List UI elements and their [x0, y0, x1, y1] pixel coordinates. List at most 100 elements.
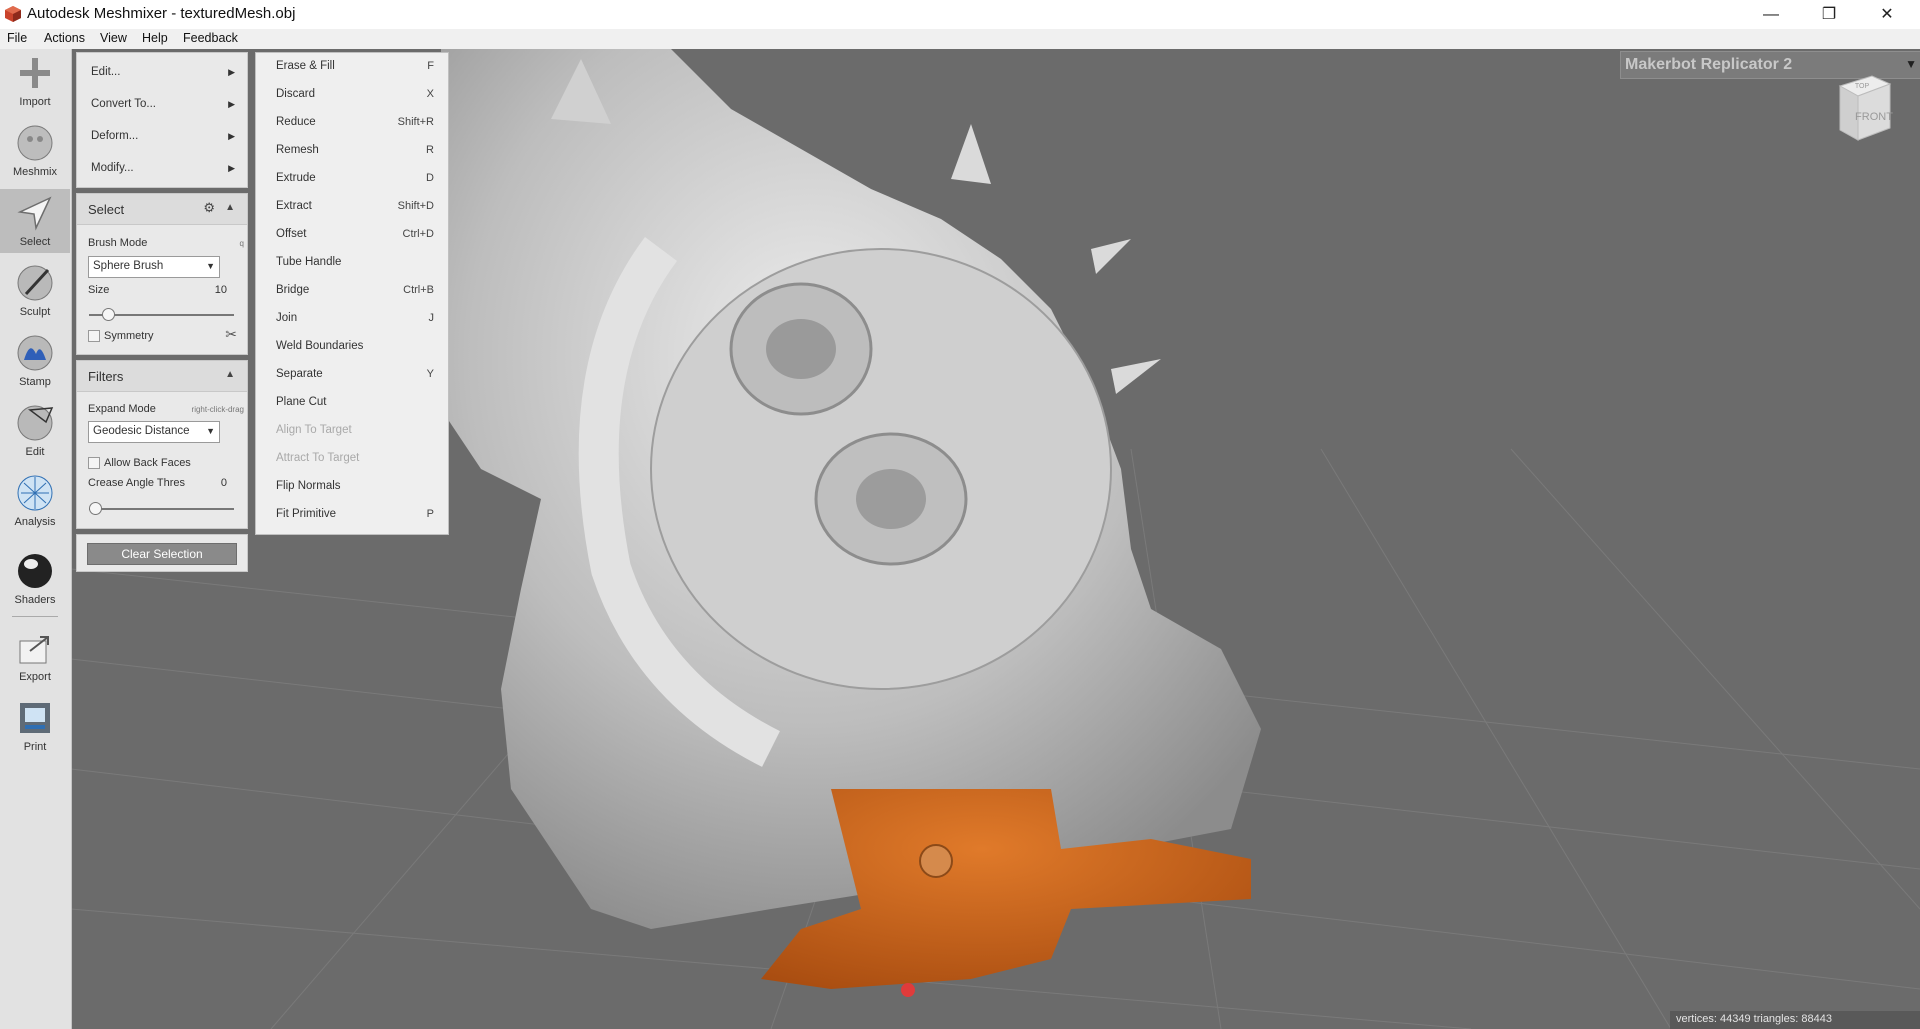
menu-remesh[interactable]: Remesh R	[256, 137, 446, 165]
clear-selection-button[interactable]: Clear Selection	[87, 543, 237, 565]
select-panel-title: Select	[88, 202, 125, 217]
menu-modify[interactable]: Modify...	[91, 162, 134, 174]
filters-panel: Filters ▲ Expand Mode right-click-drag G…	[76, 360, 248, 529]
select-arrow-icon	[17, 196, 52, 231]
title-bar: Autodesk Meshmixer - texturedMesh.obj — …	[0, 0, 1920, 29]
size-slider-thumb[interactable]	[102, 308, 116, 321]
pivot-marker	[901, 983, 915, 997]
symmetry-tool-icon[interactable]: ✂	[225, 326, 237, 343]
close-button[interactable]: ✕	[1858, 0, 1916, 29]
menu-plane-cut[interactable]: Plane Cut	[256, 389, 446, 417]
edit-submenu: Erase & Fill F Discard X Reduce Shift+R Rem…	[255, 52, 449, 535]
menu-edit[interactable]: Edit...	[91, 66, 120, 78]
printer-icon	[20, 703, 50, 733]
tool-label: Import	[19, 96, 51, 108]
tool-stamp[interactable]: Stamp	[0, 329, 70, 393]
symmetry-checkbox[interactable]	[88, 330, 100, 342]
left-toolbar: Import Meshmix Select Sculpt Stamp Edit …	[0, 49, 72, 1029]
menu-tube-handle[interactable]: Tube Handle	[256, 249, 446, 277]
menu-weld-boundaries[interactable]: Weld Boundaries	[256, 333, 446, 361]
collapse-arrow-icon[interactable]: ▲	[225, 202, 235, 213]
tool-analysis[interactable]: Analysis	[0, 469, 70, 533]
view-cube[interactable]: TOP FRONT	[1832, 74, 1896, 142]
chevron-right-icon: ▶	[228, 131, 235, 141]
view-cube-front-label: FRONT	[1855, 111, 1893, 123]
tool-sculpt[interactable]: Sculpt	[0, 259, 70, 323]
menu-erase-fill[interactable]: Erase & Fill F	[256, 53, 446, 81]
select-panel: Select ⚙ ▲ Brush Mode q Sphere Brush ▼ S…	[76, 193, 248, 355]
expand-mode-dropdown[interactable]: Geodesic Distance ▼	[88, 421, 220, 443]
tool-export[interactable]: Export	[0, 624, 70, 688]
menu-fit-primitive[interactable]: Fit Primitive P	[256, 501, 446, 529]
window-title: Autodesk Meshmixer - texturedMesh.obj	[27, 5, 296, 22]
tool-meshmix[interactable]: Meshmix	[0, 119, 70, 183]
shader-ball-icon	[18, 554, 52, 588]
tool-import[interactable]: Import	[0, 49, 70, 113]
analysis-wireframe-icon	[17, 475, 53, 511]
menu-file[interactable]: File	[7, 31, 27, 45]
tool-label: Select	[19, 236, 51, 248]
menu-extract[interactable]: Extract Shift+D	[256, 193, 446, 221]
filters-panel-header: Filters ▲	[77, 361, 247, 392]
brush-mode-dropdown[interactable]: Sphere Brush ▼	[88, 256, 220, 278]
menu-reduce[interactable]: Reduce Shift+R	[256, 109, 446, 137]
meshmix-sphere-icon	[17, 125, 53, 161]
mesh-stats: vertices: 44349 triangles: 88443	[1676, 1013, 1832, 1025]
menu-bridge[interactable]: Bridge Ctrl+B	[256, 277, 446, 305]
3d-mesh-model	[441, 49, 1261, 997]
collapse-arrow-icon[interactable]: ▲	[225, 369, 235, 380]
tool-label: Meshmix	[12, 166, 57, 178]
menu-feedback[interactable]: Feedback	[183, 31, 238, 45]
toolbar-separator	[12, 616, 58, 617]
menu-discard[interactable]: Discard X	[256, 81, 446, 109]
brush-mode-value: Sphere Brush	[93, 260, 164, 272]
tool-label: Edit	[25, 446, 45, 458]
allow-back-faces-checkbox[interactable]	[88, 457, 100, 469]
sculpt-brush-icon	[17, 265, 53, 301]
brush-mode-label: Brush Mode	[88, 237, 148, 249]
minimize-button[interactable]: —	[1742, 0, 1800, 29]
menu-actions[interactable]: Actions	[44, 31, 85, 45]
tool-label: Stamp	[19, 376, 51, 388]
menu-offset[interactable]: Offset Ctrl+D	[256, 221, 446, 249]
edit-category-menu: Edit... ▶ Convert To... ▶ Deform... ▶ Mo…	[76, 52, 248, 188]
crease-slider-track[interactable]	[89, 508, 234, 510]
meshmixer-logo-icon	[5, 6, 21, 22]
menu-view[interactable]: View	[100, 31, 127, 45]
gear-icon[interactable]: ⚙	[203, 200, 215, 216]
filters-panel-title: Filters	[88, 369, 124, 384]
tool-edit[interactable]: Edit	[0, 399, 70, 463]
crease-angle-value: 0	[220, 477, 227, 489]
clear-selection-panel: Clear Selection	[76, 534, 248, 572]
menu-extrude[interactable]: Extrude D	[256, 165, 446, 193]
expand-mode-hint: right-click-drag	[191, 405, 244, 414]
tool-label: Print	[23, 741, 47, 753]
tool-label: Sculpt	[19, 306, 51, 318]
menu-deform[interactable]: Deform...	[91, 130, 138, 142]
crease-slider-thumb[interactable]	[89, 502, 102, 515]
maximize-button[interactable]: ❐	[1800, 0, 1858, 29]
menu-attract-to-target: Attract To Target	[276, 452, 360, 464]
tool-print[interactable]: Print	[0, 694, 70, 758]
chevron-right-icon: ▶	[228, 163, 235, 173]
size-label: Size	[88, 284, 110, 296]
brush-cursor	[919, 844, 953, 878]
menu-join[interactable]: Join J	[256, 305, 446, 333]
allow-back-faces-label: Allow Back Faces	[104, 457, 191, 469]
expand-mode-label: Expand Mode	[88, 403, 156, 415]
plus-icon	[20, 58, 50, 88]
menu-convert-to[interactable]: Convert To...	[91, 98, 156, 110]
menu-bar: File Actions View Help Feedback	[0, 29, 1920, 49]
tool-label: Analysis	[14, 516, 56, 528]
menu-separate[interactable]: Separate Y	[256, 361, 446, 389]
tool-select[interactable]: Select	[0, 189, 70, 253]
crease-angle-label: Crease Angle Thres	[88, 477, 186, 489]
menu-flip-normals[interactable]: Flip Normals	[256, 473, 446, 501]
tool-shaders[interactable]: Shaders	[0, 547, 70, 611]
export-icon	[19, 636, 49, 664]
size-value: 10	[214, 284, 227, 296]
tool-label: Export	[19, 671, 51, 683]
symmetry-label: Symmetry	[104, 330, 154, 342]
edit-mesh-icon	[17, 405, 54, 441]
menu-help[interactable]: Help	[142, 31, 168, 45]
